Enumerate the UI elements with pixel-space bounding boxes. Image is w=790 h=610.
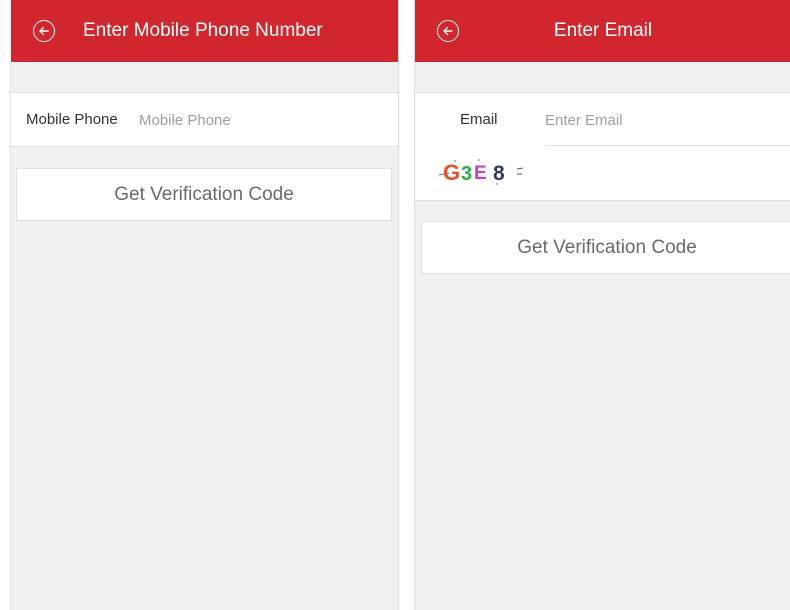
page-title: Enter Email xyxy=(553,20,653,41)
email-entry-screen: Enter Email Email G 3 E 8 Get Verificati… xyxy=(414,0,790,610)
get-verification-code-button[interactable]: Get Verification Code xyxy=(16,168,392,221)
email-form-block: Email G 3 E 8 xyxy=(415,92,790,201)
svg-text:G: G xyxy=(443,160,460,185)
email-input[interactable] xyxy=(545,110,775,130)
phone-entry-screen: Enter Mobile Phone Number Mobile Phone G… xyxy=(10,0,399,610)
title-bar: Enter Mobile Phone Number xyxy=(11,0,398,62)
svg-text:8: 8 xyxy=(493,162,505,185)
get-verification-code-button[interactable]: Get Verification Code xyxy=(421,221,790,274)
svg-text:E: E xyxy=(474,163,487,184)
back-arrow-icon xyxy=(39,26,49,36)
email-label: Email xyxy=(460,111,498,128)
divider xyxy=(545,145,790,146)
phone-input-row: Mobile Phone xyxy=(11,92,398,147)
phone-label: Mobile Phone xyxy=(26,111,118,128)
svg-text:3: 3 xyxy=(461,163,472,185)
captcha-image[interactable]: G 3 E 8 xyxy=(437,157,527,187)
title-bar: Enter Email xyxy=(415,0,790,62)
back-button[interactable] xyxy=(33,20,55,42)
phone-input[interactable] xyxy=(139,110,379,130)
page-title: Enter Mobile Phone Number xyxy=(83,20,323,41)
